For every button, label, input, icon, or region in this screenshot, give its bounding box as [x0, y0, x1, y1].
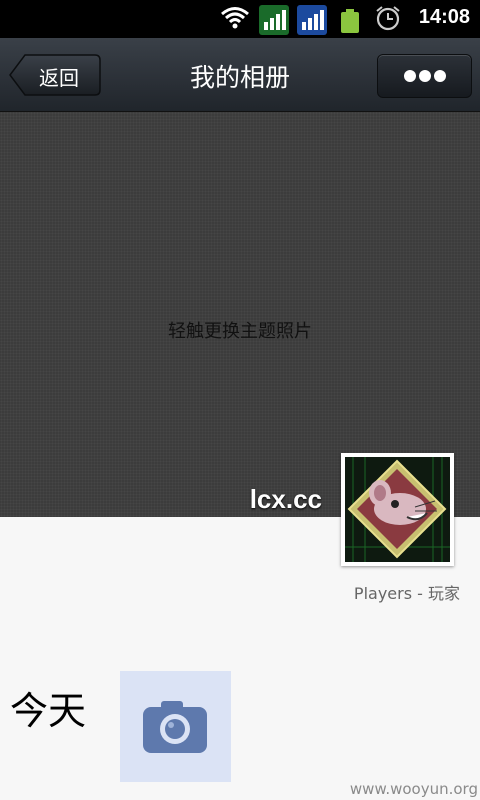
day-label: 今天 — [10, 689, 87, 733]
watermark: www.wooyun.org — [349, 780, 478, 798]
battery-icon — [341, 9, 359, 33]
more-dots-icon — [419, 70, 431, 82]
signal-icon — [259, 5, 289, 35]
avatar[interactable] — [341, 453, 454, 566]
title-bar: 返回 我的相册 — [0, 38, 480, 112]
more-dots-icon — [434, 70, 446, 82]
username: lcx.cc — [249, 484, 322, 514]
more-dots-icon — [404, 70, 416, 82]
avatar-caption: Players - 玩家 — [353, 584, 460, 603]
wifi-icon — [221, 7, 249, 29]
avatar-image — [345, 457, 450, 562]
status-bar: 14:08 — [0, 0, 480, 38]
camera-icon — [143, 701, 207, 753]
add-photo-button[interactable] — [120, 671, 231, 782]
cover-hint: 轻触更换主题照片 — [168, 321, 312, 342]
more-button[interactable] — [377, 54, 472, 98]
signal-icon — [297, 5, 327, 35]
alarm-icon — [376, 6, 400, 31]
clock: 14:08 — [418, 6, 470, 28]
